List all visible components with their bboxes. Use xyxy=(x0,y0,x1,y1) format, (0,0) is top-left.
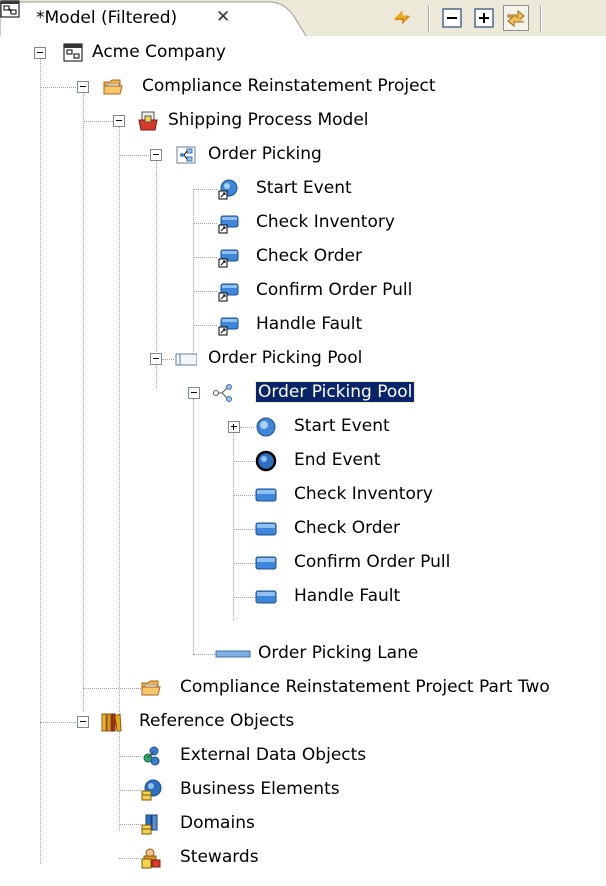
tree-connector xyxy=(193,393,194,654)
stewards-icon xyxy=(141,848,161,869)
link-with-editor-icon[interactable] xyxy=(503,5,529,31)
pool-icon xyxy=(175,353,197,366)
node-label: Check Inventory xyxy=(294,484,433,504)
tree-connector xyxy=(193,189,217,190)
node-label: Stewards xyxy=(180,847,259,867)
tree-connector xyxy=(193,189,194,354)
collapse-toggle[interactable] xyxy=(113,115,125,127)
toolbar-separator xyxy=(428,5,430,32)
task-icon xyxy=(255,590,277,604)
toolbar-separator xyxy=(540,5,542,32)
sync-arrows-icon[interactable] xyxy=(390,6,414,30)
tree-connector xyxy=(83,688,141,689)
tree-connector xyxy=(233,427,234,620)
tree-connector xyxy=(240,427,254,428)
tree-connector xyxy=(40,87,76,88)
tree-connector xyxy=(40,722,76,723)
tree-connector xyxy=(193,257,217,258)
task-shortcut-icon xyxy=(218,317,239,336)
node-label: Shipping Process Model xyxy=(168,110,369,130)
task-shortcut-icon xyxy=(218,249,239,268)
model-icon xyxy=(0,0,20,18)
node-label: Confirm Order Pull xyxy=(294,552,451,572)
tree-connector xyxy=(119,824,141,825)
node-label: Order Picking Lane xyxy=(258,643,419,663)
task-shortcut-icon xyxy=(218,283,239,302)
node-label: Confirm Order Pull xyxy=(256,280,413,300)
node-label-selected: Order Picking Pool xyxy=(254,381,416,403)
tree-connector xyxy=(162,359,174,360)
start-event-shortcut-icon xyxy=(218,179,238,200)
tree-connector xyxy=(233,495,255,496)
tree-connector xyxy=(83,87,84,712)
task-shortcut-icon xyxy=(218,215,239,234)
tree-connector xyxy=(193,325,217,326)
node-label: External Data Objects xyxy=(180,745,367,765)
node-label: Domains xyxy=(180,813,255,833)
node-label: Check Order xyxy=(256,246,363,266)
project-folder-icon xyxy=(141,680,161,696)
process-diagram-icon xyxy=(176,146,196,164)
expand-toggle[interactable] xyxy=(228,421,240,433)
tree-connector xyxy=(193,291,217,292)
collapse-toggle[interactable] xyxy=(34,47,46,59)
close-icon[interactable]: ✕ xyxy=(216,7,230,27)
lane-icon xyxy=(215,650,251,658)
process-flow-icon xyxy=(213,384,232,402)
tree-connector xyxy=(233,563,255,564)
process-model-icon xyxy=(138,111,158,131)
task-icon xyxy=(255,522,277,536)
tree-connector xyxy=(119,722,120,831)
node-label: Check Order xyxy=(294,518,401,538)
node-label: Order Picking Pool xyxy=(208,348,363,368)
tree-connector xyxy=(233,597,255,598)
tree-connector xyxy=(83,121,113,122)
library-books-icon xyxy=(101,713,122,732)
end-event-icon xyxy=(255,450,277,472)
node-label: Start Event xyxy=(256,178,352,198)
node-label: Check Inventory xyxy=(256,212,395,232)
node-label: Reference Objects xyxy=(139,711,295,731)
start-event-icon xyxy=(256,417,276,437)
collapse-all-icon[interactable] xyxy=(440,6,464,30)
tree-connector xyxy=(233,461,255,462)
tree-connector xyxy=(119,756,141,757)
node-label: Handle Fault xyxy=(294,586,401,606)
tree-connector xyxy=(119,155,149,156)
model-tab[interactable]: *Model (Filtered) ✕ xyxy=(0,0,318,36)
collapse-toggle[interactable] xyxy=(77,716,89,728)
tree-connector xyxy=(119,858,141,859)
tree-connector xyxy=(233,529,255,530)
tree-connector xyxy=(119,121,120,712)
task-icon xyxy=(255,488,277,502)
domains-icon xyxy=(141,814,158,835)
view-toolbar: *Model (Filtered) ✕ xyxy=(0,0,606,36)
node-label: Order Picking xyxy=(208,144,322,164)
tab-title: *Model (Filtered) xyxy=(36,8,178,28)
tree-connector xyxy=(193,223,217,224)
collapse-toggle[interactable] xyxy=(188,387,200,399)
node-label: End Event xyxy=(294,450,381,470)
collapse-toggle[interactable] xyxy=(150,353,162,365)
model-tree: Acme Company Compliance Reinstatement Pr… xyxy=(0,36,606,886)
expand-all-icon[interactable] xyxy=(472,6,496,30)
external-data-icon xyxy=(143,746,160,766)
collapse-toggle[interactable] xyxy=(150,149,162,161)
tree-connector xyxy=(119,790,141,791)
tree-connector xyxy=(40,53,41,864)
model-icon xyxy=(63,43,83,62)
node-label: Handle Fault xyxy=(256,314,363,334)
task-icon xyxy=(255,556,277,570)
node-label: Compliance Reinstatement Project xyxy=(142,76,436,96)
node-label: Business Elements xyxy=(180,779,340,799)
project-folder-icon xyxy=(103,79,123,95)
collapse-toggle[interactable] xyxy=(77,81,89,93)
business-elements-icon xyxy=(141,779,162,801)
node-label: Start Event xyxy=(294,416,390,436)
tree-connector xyxy=(193,654,215,655)
node-label: Compliance Reinstatement Project Part Tw… xyxy=(180,677,550,697)
node-label: Acme Company xyxy=(92,42,226,62)
